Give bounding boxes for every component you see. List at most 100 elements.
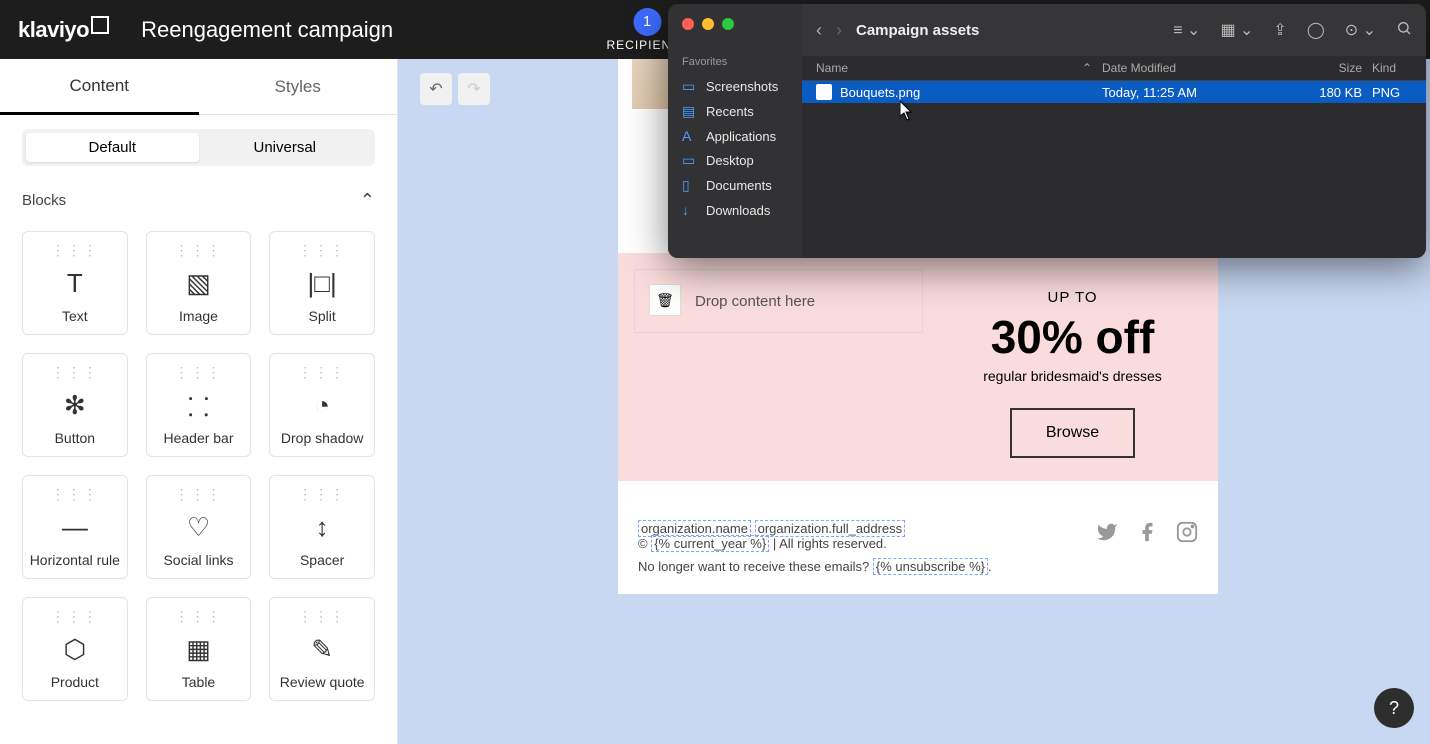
block-review[interactable]: ⋮⋮⋮✎Review quote [269,597,375,701]
blocks-title: Blocks [22,192,66,209]
rights-text: | All rights reserved. [773,536,887,551]
nav-forward-icon[interactable]: › [836,20,842,41]
drop-zone[interactable]: 🗑 Drop content here [634,269,923,333]
finder-sidebar-desktop[interactable]: ▭Desktop [668,148,802,173]
finder-sidebar: Favorites ▭Screenshots▤RecentsAApplicati… [668,4,802,258]
finder-sidebar-applications[interactable]: AApplications [668,124,802,148]
email-footer: organization.name organization.full_addr… [618,481,1218,559]
step-number: 1 [633,8,661,36]
folder-icon: A [682,128,698,144]
block-header-bar[interactable]: ⋮⋮⋮⸬Header bar [146,353,252,457]
nav-back-icon[interactable]: ‹ [816,20,822,41]
blocks-grid: ⋮⋮⋮TText⋮⋮⋮▧Image⋮⋮⋮|□|Split⋮⋮⋮✻Button⋮⋮… [0,221,397,723]
search-icon[interactable] [1396,20,1412,41]
facebook-icon[interactable] [1136,521,1158,549]
drag-handle-icon: ⋮⋮⋮ [298,608,346,625]
social-icon: ♡ [187,512,210,543]
undo-button[interactable]: ↶ [420,73,452,105]
block-button[interactable]: ⋮⋮⋮✻Button [22,353,128,457]
drag-handle-icon: ⋮⋮⋮ [51,364,99,381]
file-date: Today, 11:25 AM [1102,85,1282,100]
twitter-icon[interactable] [1096,521,1118,549]
block-hr[interactable]: ⋮⋮⋮—Horizontal rule [22,475,128,579]
folder-icon: ▤ [682,103,698,120]
window-minimize-button[interactable] [702,18,714,30]
actions-icon[interactable]: ⊙ ⌄ [1345,20,1376,40]
window-zoom-button[interactable] [722,18,734,30]
finder-sidebar-screenshots[interactable]: ▭Screenshots [668,74,802,99]
editor-sidebar: Content Styles Default Universal Blocks … [0,59,398,744]
col-size[interactable]: Size [1282,61,1372,75]
pill-universal[interactable]: Universal [199,133,372,162]
block-table[interactable]: ⋮⋮⋮▦Table [146,597,252,701]
tab-content[interactable]: Content [0,59,199,115]
col-date[interactable]: Date Modified [1102,61,1282,75]
year-tag[interactable]: {% current_year %} [651,535,769,552]
copyright-symbol: © [638,536,651,551]
block-text[interactable]: ⋮⋮⋮TText [22,231,128,335]
block-label: Review quote [280,674,365,690]
tab-styles[interactable]: Styles [199,59,398,115]
redo-button[interactable]: ↷ [458,73,490,105]
block-product[interactable]: ⋮⋮⋮⬡Product [22,597,128,701]
promo-headline: 30% off [943,310,1202,364]
unsubscribe-tag[interactable]: {% unsubscribe %} [873,558,988,575]
finder-column-headers[interactable]: Name ⌃ Date Modified Size Kind [802,56,1426,81]
drag-handle-icon: ⋮⋮⋮ [174,242,222,259]
sidebar-tabs: Content Styles [0,59,397,115]
pill-default[interactable]: Default [26,133,199,162]
drag-handle-icon: ⋮⋮⋮ [298,364,346,381]
delete-block-button[interactable]: 🗑 [649,284,681,316]
drag-handle-icon: ⋮⋮⋮ [51,486,99,503]
block-label: Split [309,308,336,324]
spacer-icon: ↕ [316,512,329,543]
brand-text: klaviyo [18,17,89,43]
window-close-button[interactable] [682,18,694,30]
finder-sidebar-recents[interactable]: ▤Recents [668,99,802,124]
org-address-tag[interactable]: organization.full_address [755,520,906,537]
block-social[interactable]: ⋮⋮⋮ ♡ Social links [146,475,252,579]
view-list-icon[interactable]: ≡ ⌄ [1173,20,1200,40]
finder-sidebar-documents[interactable]: ▯Documents [668,173,802,198]
block-drop-shadow[interactable]: ⋮⋮⋮ ◔ Drop shadow [269,353,375,457]
blocks-section-header[interactable]: Blocks ⌃ [0,180,397,221]
tags-icon[interactable]: ◯ [1307,20,1325,40]
brand-logo: klaviyo [18,17,109,43]
header-bar-icon: ⸬ [188,388,210,424]
col-kind[interactable]: Kind [1372,61,1412,75]
split-icon: |□| [308,268,337,299]
finder-sidebar-downloads[interactable]: ↓Downloads [668,198,802,222]
block-label: Text [62,308,88,324]
share-icon[interactable]: ⇪ [1273,20,1286,40]
table-icon: ▦ [186,634,211,665]
block-split[interactable]: ⋮⋮⋮ |□| Split [269,231,375,335]
block-label: Spacer [300,552,344,568]
help-button[interactable]: ? [1374,688,1414,728]
block-spacer[interactable]: ⋮⋮⋮ ↕ Spacer [269,475,375,579]
block-label: Social links [163,552,233,568]
browse-button[interactable]: Browse [1010,408,1135,458]
view-group-icon[interactable]: ▦ ⌄ [1220,20,1253,40]
block-label: Drop shadow [281,430,364,446]
drag-handle-icon: ⋮⋮⋮ [51,608,99,625]
folder-icon: ↓ [682,202,698,218]
drag-handle-icon: ⋮⋮⋮ [174,486,222,503]
drag-handle-icon: ⋮⋮⋮ [298,486,346,503]
block-image[interactable]: ⋮⋮⋮▧Image [146,231,252,335]
finder-title: Campaign assets [856,22,979,39]
chevron-up-icon: ⌃ [360,190,375,211]
folder-icon: ▭ [682,78,698,95]
sort-indicator-icon: ⌃ [1082,61,1092,75]
file-name: Bouquets.png [840,85,920,100]
col-name[interactable]: Name [816,61,848,75]
drop-shadow-icon: ◔ [314,390,330,421]
file-row-bouquets[interactable]: Bouquets.png Today, 11:25 AM 180 KB PNG [802,81,1426,103]
block-label: Header bar [163,430,233,446]
instagram-icon[interactable] [1176,521,1198,549]
finder-window[interactable]: Favorites ▭Screenshots▤RecentsAApplicati… [668,4,1426,258]
drag-handle-icon: ⋮⋮⋮ [298,242,346,259]
unsub-lead: No longer want to receive these emails? [638,559,873,574]
drop-zone-label: Drop content here [695,293,815,310]
block-label: Product [51,674,99,690]
folder-icon: ▭ [682,152,698,169]
